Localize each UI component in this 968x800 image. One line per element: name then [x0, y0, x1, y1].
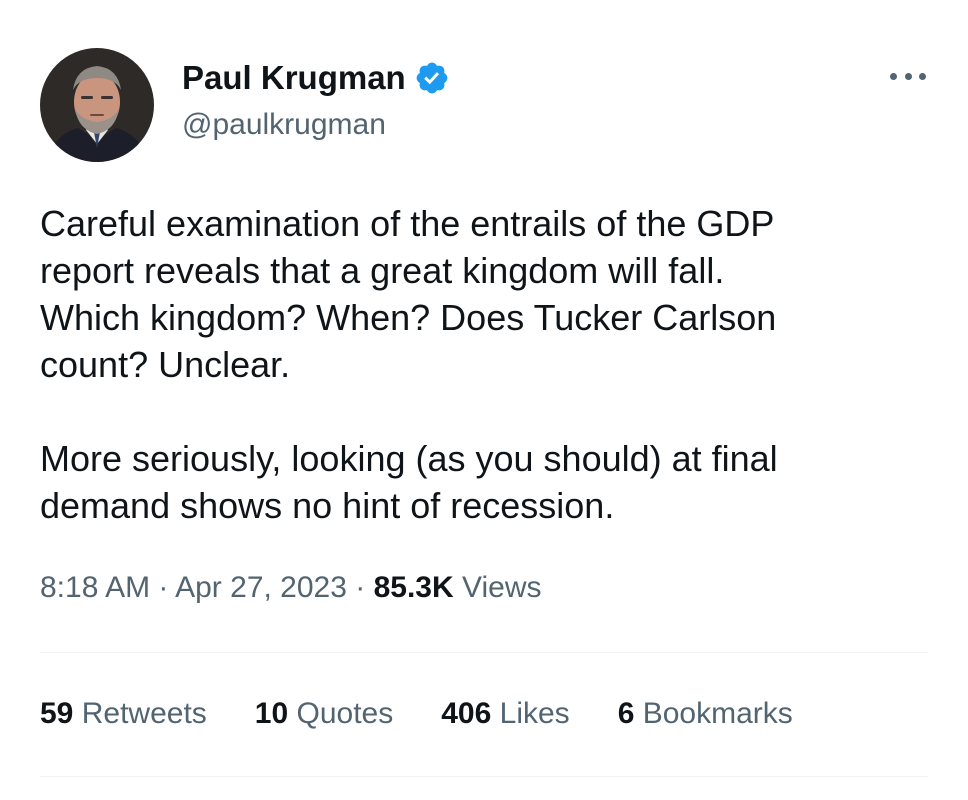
stat-label: Retweets — [81, 697, 207, 730]
more-options-icon[interactable] — [890, 66, 926, 86]
stat-count: 59 — [40, 697, 74, 730]
stat-count: 10 — [254, 697, 289, 730]
meta-separator: · — [158, 571, 169, 604]
tweet-paragraph: More seriously, looking (as you should) … — [40, 438, 778, 526]
likes-stat[interactable]: 406 Likes — [441, 694, 569, 734]
tweet-metadata: 8:18 AM · Apr 27, 2023 · 85.3K Views — [40, 568, 541, 608]
avatar-image — [40, 48, 154, 162]
tweet-date[interactable]: Apr 27, 2023 — [175, 571, 347, 604]
divider — [40, 776, 928, 777]
avatar[interactable] — [40, 48, 154, 162]
divider — [40, 652, 928, 653]
retweets-stat[interactable]: 59 Retweets — [40, 694, 207, 734]
views-count[interactable]: 85.3K — [374, 571, 454, 604]
views-label[interactable]: Views — [462, 571, 541, 604]
verified-badge-icon[interactable] — [414, 60, 450, 96]
author-display-name[interactable]: Paul Krugman — [182, 58, 406, 98]
meta-separator: · — [355, 571, 366, 604]
tweet-time[interactable]: 8:18 AM — [40, 571, 150, 604]
stat-label: Quotes — [296, 697, 394, 730]
stat-count: 406 — [441, 697, 492, 730]
stat-label: Bookmarks — [642, 697, 793, 730]
author-handle[interactable]: @paulkrugman — [182, 106, 386, 144]
author-name-row[interactable]: Paul Krugman — [182, 58, 450, 98]
quotes-stat[interactable]: 10 Quotes — [255, 694, 393, 734]
tweet-text: Careful examination of the entrails of t… — [40, 200, 940, 529]
stat-count: 6 — [617, 697, 635, 730]
tweet-paragraph: Careful examination of the entrails of t… — [40, 203, 777, 385]
engagement-stats: 59 Retweets 10 Quotes 406 Likes 6 Bookma… — [40, 694, 793, 734]
stat-label: Likes — [499, 697, 570, 730]
bookmarks-stat[interactable]: 6 Bookmarks — [618, 694, 793, 734]
